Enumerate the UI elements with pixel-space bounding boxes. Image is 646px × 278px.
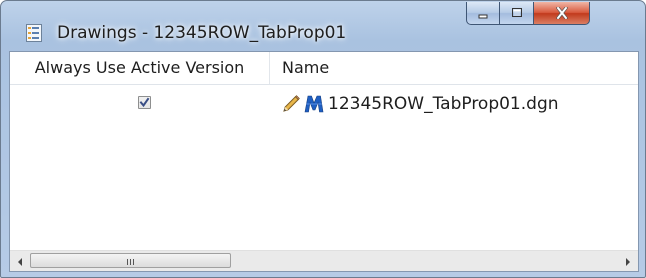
- maximize-button[interactable]: [500, 2, 534, 25]
- microstation-icon: [304, 94, 324, 114]
- window-title: Drawings - 12345ROW_TabProp01: [57, 23, 347, 43]
- maximize-icon: [510, 4, 524, 23]
- always-use-active-version-checkbox[interactable]: [138, 96, 151, 109]
- minimize-button[interactable]: [466, 2, 500, 25]
- document-list-icon[interactable]: [26, 24, 42, 42]
- grip-icon: [126, 251, 136, 270]
- column-header-name[interactable]: Name: [270, 52, 329, 84]
- drawing-file-name: 12345ROW_TabProp01.dgn: [328, 94, 559, 114]
- column-header-always-use-active-version[interactable]: Always Use Active Version: [10, 52, 270, 84]
- scroll-left-button[interactable]: [10, 251, 30, 271]
- window-controls: [466, 2, 590, 25]
- name-cell[interactable]: 12345ROW_TabProp01.dgn: [281, 92, 559, 116]
- drawings-window: Drawings - 12345ROW_TabProp01 Always Use…: [0, 0, 646, 278]
- drawings-list: Always Use Active Version Name 12345ROW_…: [9, 51, 639, 272]
- title-bar[interactable]: Drawings - 12345ROW_TabProp01: [1, 1, 645, 51]
- close-button[interactable]: [534, 2, 590, 25]
- pencil-icon: [281, 94, 301, 114]
- close-icon: [555, 4, 569, 23]
- minimize-icon: [476, 4, 490, 23]
- arrow-left-icon: [16, 252, 24, 271]
- scroll-right-button[interactable]: [618, 251, 638, 271]
- table-row[interactable]: 12345ROW_TabProp01.dgn: [10, 85, 638, 121]
- scroll-thumb[interactable]: [30, 253, 231, 268]
- table-header: Always Use Active Version Name: [10, 52, 638, 85]
- horizontal-scrollbar[interactable]: [10, 250, 638, 271]
- arrow-right-icon: [624, 252, 632, 271]
